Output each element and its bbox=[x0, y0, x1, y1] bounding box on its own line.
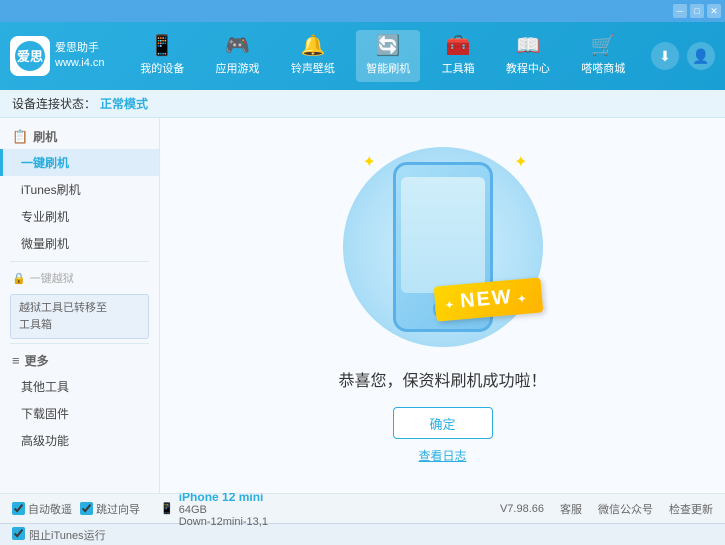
nav-apps-games[interactable]: 🎮 应用游戏 bbox=[206, 30, 270, 82]
tutorial-icon: 📖 bbox=[515, 36, 540, 56]
logo: 爱思 爱思助手 www.i4.cn bbox=[10, 36, 105, 76]
nav-toolbox-label: 工具箱 bbox=[442, 60, 475, 76]
sidebar-item-itunes[interactable]: iTunes刷机 bbox=[0, 176, 159, 203]
sidebar-item-pro[interactable]: 专业刷机 bbox=[0, 203, 159, 230]
title-bar: ─ □ ✕ bbox=[0, 0, 725, 22]
download-button[interactable]: ⬇ bbox=[651, 42, 679, 70]
device-phone-icon: 📱 bbox=[160, 502, 174, 515]
phone-illustration: ✦ ✦ ✦ NEW bbox=[333, 147, 553, 347]
status-value: 正常模式 bbox=[100, 95, 148, 112]
sidebar-divider-2 bbox=[10, 343, 149, 344]
itunes-status-input[interactable] bbox=[12, 527, 25, 540]
skip-wizard-checkbox[interactable]: 跳过向导 bbox=[80, 501, 140, 517]
smart-flash-icon: 🔄 bbox=[376, 36, 401, 56]
itunes-status: 阻止iTunes运行 bbox=[12, 527, 106, 543]
header-right: ⬇ 👤 bbox=[651, 42, 715, 70]
nav-tutorial-label: 教程中心 bbox=[506, 60, 550, 76]
nav-ringtones[interactable]: 🔔 铃声壁纸 bbox=[281, 30, 345, 82]
sidebar-item-advanced[interactable]: 高级功能 bbox=[0, 427, 159, 454]
footer-left: 自动敬遥 跳过向导 📱 iPhone 12 mini 64GB Down-12m… bbox=[12, 490, 500, 528]
status-label: 设备连接状态： bbox=[12, 95, 96, 112]
main-content: ✦ ✦ ✦ NEW 恭喜您，保资料刷机成功啦！ 确定 查看日志 bbox=[160, 118, 725, 493]
success-text: 恭喜您，保资料刷机成功啦！ bbox=[338, 367, 546, 391]
auto-connect-input[interactable] bbox=[12, 502, 25, 515]
nav-ringtones-label: 铃声壁纸 bbox=[291, 60, 335, 76]
lock-icon: 🔒 bbox=[12, 272, 26, 285]
svg-text:爱思: 爱思 bbox=[17, 49, 43, 64]
nav-my-device[interactable]: 📱 我的设备 bbox=[130, 30, 194, 82]
close-button[interactable]: ✕ bbox=[707, 4, 721, 18]
nav-bar: 📱 我的设备 🎮 应用游戏 🔔 铃声壁纸 🔄 智能刷机 🧰 工具箱 📖 教程中心… bbox=[125, 30, 641, 82]
nav-apps-games-label: 应用游戏 bbox=[216, 60, 260, 76]
minimize-button[interactable]: ─ bbox=[673, 4, 687, 18]
nav-tutorial[interactable]: 📖 教程中心 bbox=[496, 30, 560, 82]
sidebar-section-jailbreak: 🔒 一键越狱 bbox=[0, 266, 159, 290]
device-info: 📱 iPhone 12 mini 64GB Down-12mini-13,1 bbox=[160, 490, 268, 528]
nav-misi-store[interactable]: 🛒 嗒嗒商城 bbox=[571, 30, 635, 82]
sub-header: 设备连接状态： 正常模式 bbox=[0, 90, 725, 118]
sidebar-section-flash: 📋 刷机 bbox=[0, 124, 159, 149]
window-controls[interactable]: ─ □ ✕ bbox=[673, 4, 721, 18]
toolbox-icon: 🧰 bbox=[446, 36, 471, 56]
sidebar-section-more: ≡ 更多 bbox=[0, 348, 159, 373]
sidebar: 📋 刷机 一键刷机 iTunes刷机 专业刷机 微量刷机 🔒 一键越狱 越狱工具… bbox=[0, 118, 160, 493]
itunes-status-checkbox[interactable] bbox=[12, 527, 25, 543]
nav-my-device-label: 我的设备 bbox=[140, 60, 184, 76]
main-layout: 📋 刷机 一键刷机 iTunes刷机 专业刷机 微量刷机 🔒 一键越狱 越狱工具… bbox=[0, 118, 725, 493]
nav-toolbox[interactable]: 🧰 工具箱 bbox=[432, 30, 485, 82]
sidebar-item-one-click[interactable]: 一键刷机 bbox=[0, 149, 159, 176]
header: 爱思 爱思助手 www.i4.cn 📱 我的设备 🎮 应用游戏 🔔 铃声壁纸 🔄… bbox=[0, 22, 725, 90]
check-update-link[interactable]: 检查更新 bbox=[669, 501, 713, 517]
customer-service-link[interactable]: 客服 bbox=[560, 501, 582, 517]
nav-misi-store-label: 嗒嗒商城 bbox=[581, 60, 625, 76]
sidebar-divider-1 bbox=[10, 261, 149, 262]
device-storage: 64GB bbox=[179, 504, 268, 516]
skip-wizard-input[interactable] bbox=[80, 502, 93, 515]
flash-section-icon: 📋 bbox=[12, 129, 28, 145]
sidebar-jailbreak-note: 越狱工具已转移至工具箱 bbox=[10, 294, 149, 339]
maximize-button[interactable]: □ bbox=[690, 4, 704, 18]
sparkle-1: ✦ bbox=[363, 152, 376, 172]
misi-store-icon: 🛒 bbox=[591, 36, 616, 56]
my-device-icon: 📱 bbox=[150, 36, 175, 56]
ringtones-icon: 🔔 bbox=[300, 36, 325, 56]
skip-wizard-label: 跳过向导 bbox=[96, 501, 140, 517]
auto-connect-label: 自动敬遥 bbox=[28, 501, 72, 517]
footer-right: V7.98.66 客服 微信公众号 检查更新 bbox=[500, 501, 713, 517]
nav-smart-flash[interactable]: 🔄 智能刷机 bbox=[356, 30, 420, 82]
auto-connect-checkbox[interactable]: 自动敬遥 bbox=[12, 501, 72, 517]
itunes-status-label: 阻止iTunes运行 bbox=[29, 527, 106, 543]
sidebar-item-other-tools[interactable]: 其他工具 bbox=[0, 373, 159, 400]
confirm-button[interactable]: 确定 bbox=[393, 407, 493, 439]
more-section-icon: ≡ bbox=[12, 353, 20, 368]
logo-icon: 爱思 bbox=[10, 36, 50, 76]
user-button[interactable]: 👤 bbox=[687, 42, 715, 70]
back-link[interactable]: 查看日志 bbox=[418, 447, 466, 464]
apps-games-icon: 🎮 bbox=[225, 36, 250, 56]
device-model: Down-12mini-13,1 bbox=[179, 516, 268, 528]
sidebar-item-download-firmware[interactable]: 下载固件 bbox=[0, 400, 159, 427]
phone-screen bbox=[401, 177, 485, 293]
nav-smart-flash-label: 智能刷机 bbox=[366, 60, 410, 76]
wechat-link[interactable]: 微信公众号 bbox=[598, 501, 653, 517]
version-label: V7.98.66 bbox=[500, 503, 544, 515]
sidebar-item-micro[interactable]: 微量刷机 bbox=[0, 230, 159, 257]
logo-text: 爱思助手 www.i4.cn bbox=[55, 41, 105, 72]
footer: 自动敬遥 跳过向导 📱 iPhone 12 mini 64GB Down-12m… bbox=[0, 493, 725, 523]
sparkle-2: ✦ bbox=[514, 152, 527, 172]
